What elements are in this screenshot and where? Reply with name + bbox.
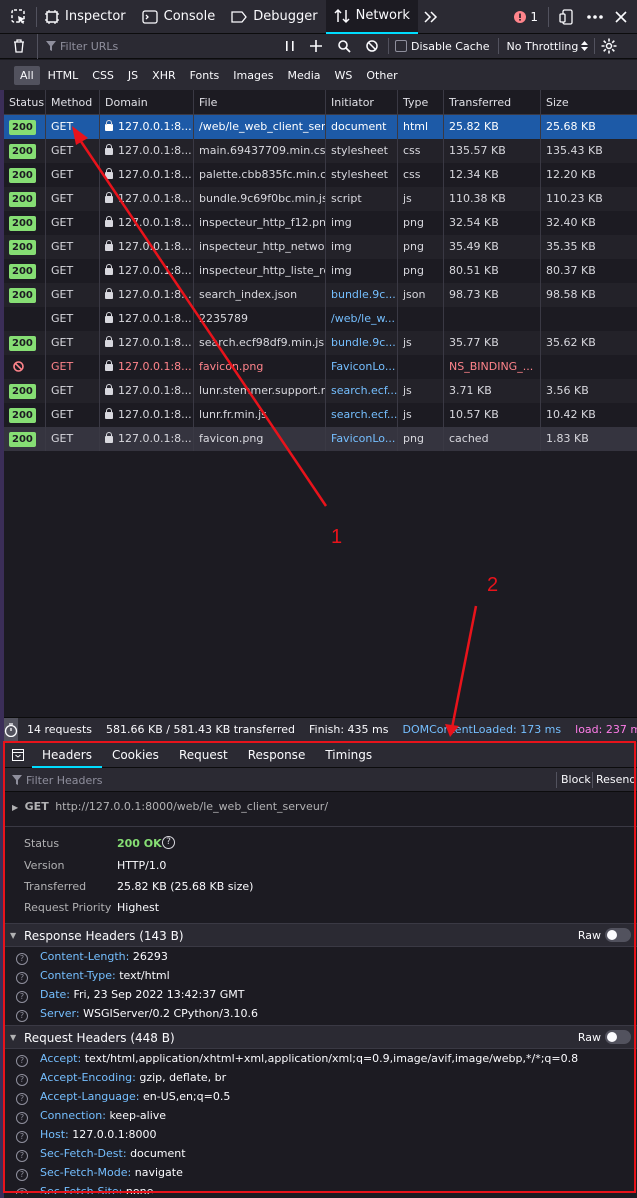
annotation-arrow-2 <box>450 605 478 729</box>
annotation-arrowhead-1 <box>72 126 88 145</box>
annotation-label-1: 1 <box>331 526 343 548</box>
annotation-arrow-1 <box>76 136 328 507</box>
annotation-label-2: 2 <box>487 574 499 596</box>
devtools-window: Inspector Console Debugger Network 1 Fil… <box>0 0 637 1198</box>
annotation-arrows <box>72 126 478 737</box>
annotation-arrowhead-2 <box>445 724 459 737</box>
